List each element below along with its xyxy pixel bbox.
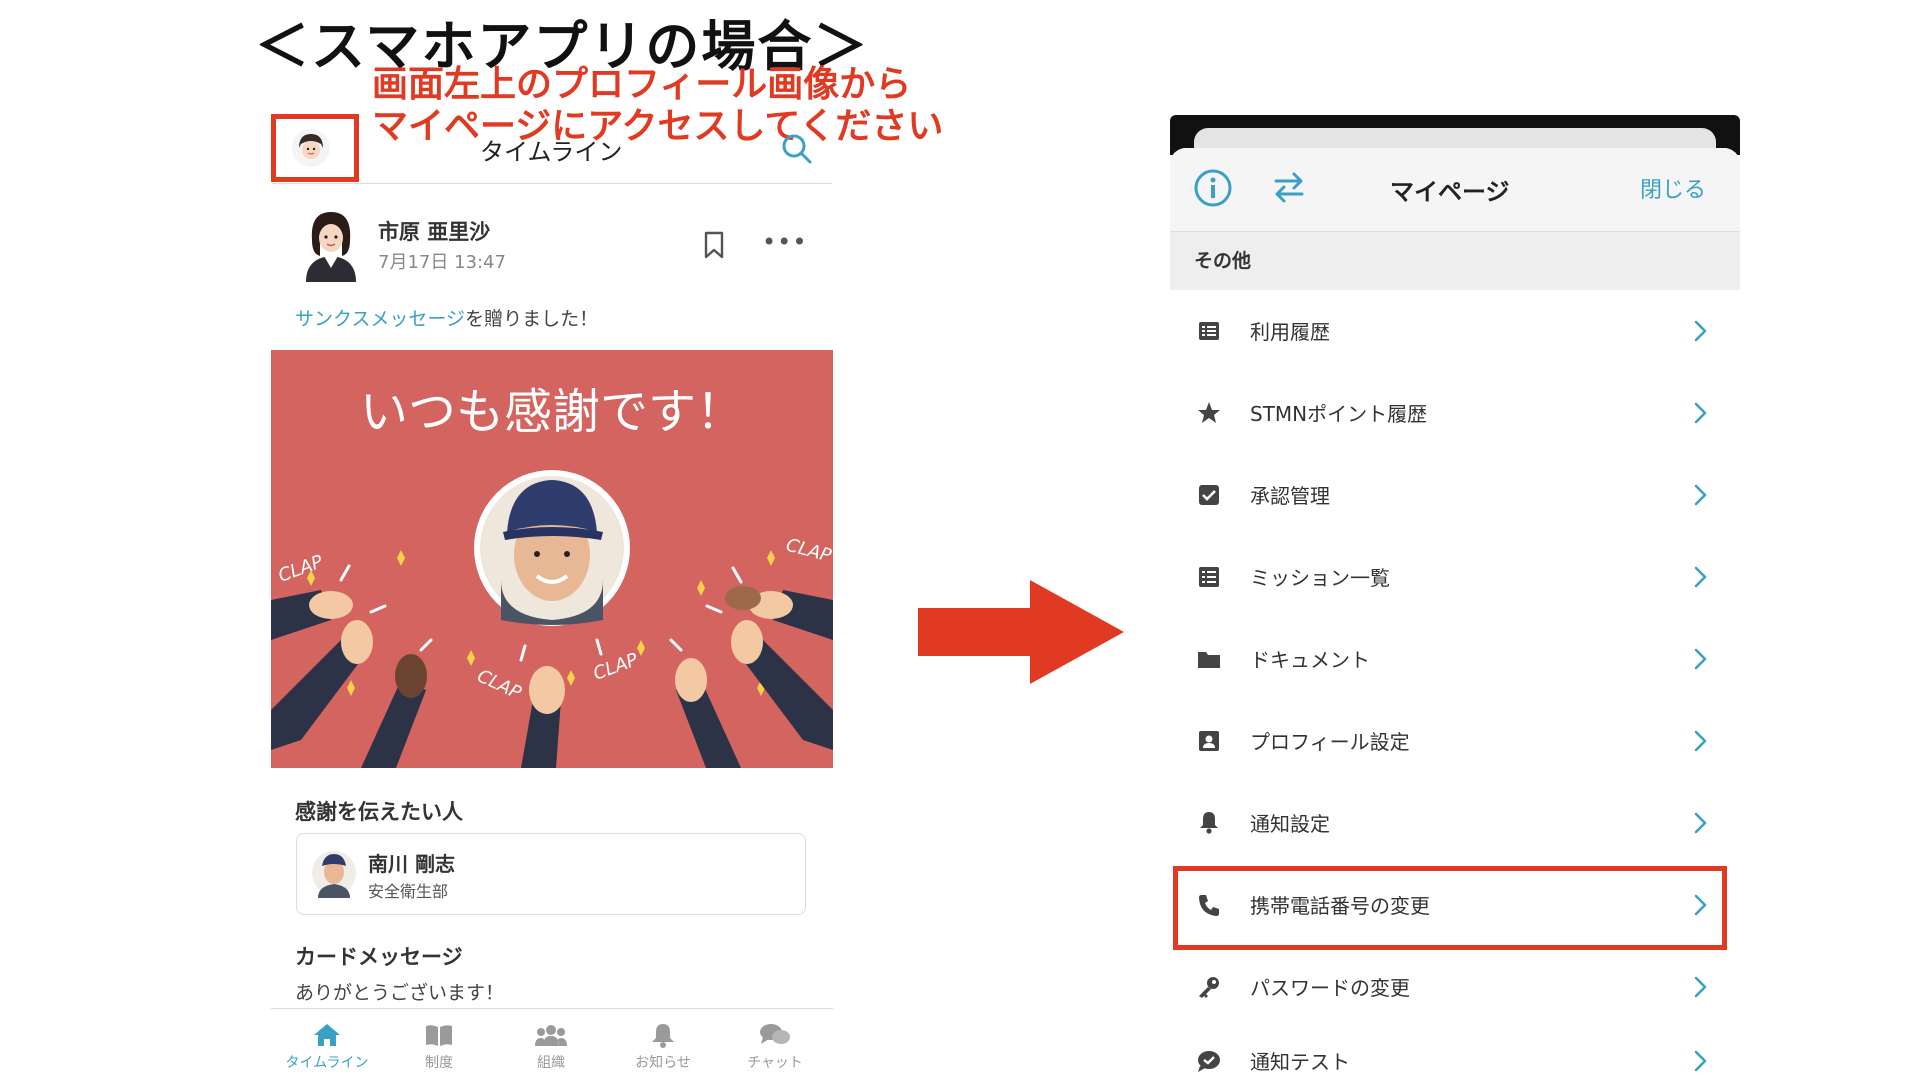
chat-check-icon <box>1198 1051 1220 1072</box>
post-timestamp: 7月17日 13:47 <box>378 252 506 273</box>
post-action-text: サンクスメッセージを贈りました！ <box>295 304 598 331</box>
list-icon <box>1199 322 1219 340</box>
tab-label: タイムライン <box>285 1055 369 1071</box>
menu-item-label: ミッション一覧 <box>1250 566 1390 590</box>
close-button[interactable]: 閉じる <box>1640 172 1706 204</box>
recipient-name: 南川 剛志 <box>368 852 455 876</box>
highlight-box-phone-change <box>1173 866 1727 950</box>
recipient-section-label: 感謝を伝えたい人 <box>295 800 463 824</box>
folder-icon <box>1198 652 1220 668</box>
tab-label: 制度 <box>425 1055 453 1071</box>
key-icon <box>1199 977 1219 998</box>
flow-arrow-icon <box>918 580 1124 684</box>
thanks-card-image: いつも感謝です！ CLAP CLAP CLAP CLAP <box>271 350 833 768</box>
tab-label: チャット <box>747 1055 803 1071</box>
header-divider <box>272 183 832 184</box>
info-icon[interactable] <box>1193 168 1233 208</box>
instruction-line-2: マイページにアクセスしてください <box>372 106 944 147</box>
users-icon <box>535 1025 567 1046</box>
menu-item-notification-test[interactable]: 通知テスト <box>1170 1028 1740 1080</box>
menu-item-label: STMNポイント履歴 <box>1250 402 1428 426</box>
profile-card-icon <box>1199 731 1219 751</box>
chevron-right-icon <box>1694 566 1707 588</box>
search-icon[interactable] <box>780 132 814 166</box>
chat-icon <box>760 1024 790 1044</box>
menu-item-label: ドキュメント <box>1250 648 1370 672</box>
switch-icon[interactable] <box>1270 168 1308 206</box>
menu-item-label: プロフィール設定 <box>1250 730 1410 754</box>
book-icon <box>426 1025 452 1046</box>
menu-item-label: 利用履歴 <box>1250 320 1330 344</box>
bookmark-icon[interactable] <box>702 230 726 260</box>
tab-notifications[interactable]: お知らせ <box>607 1022 719 1072</box>
menu-item-label: 通知テスト <box>1250 1050 1350 1074</box>
tab-chat[interactable]: チャット <box>719 1022 831 1072</box>
section-label: その他 <box>1194 250 1252 272</box>
highlight-box-avatar <box>271 114 359 182</box>
card-text: いつも感謝です！ <box>360 384 744 440</box>
star-icon <box>1198 402 1220 423</box>
chevron-right-icon <box>1694 812 1707 834</box>
mypage-title: マイページ <box>1390 178 1510 206</box>
menu-item-usage-history[interactable]: 利用履歴 <box>1170 290 1740 372</box>
tab-bar-divider <box>271 1008 833 1009</box>
instruction-text: 画面左上のプロフィール画像から マイページにアクセスしてください <box>372 64 943 148</box>
chevron-right-icon <box>1694 648 1707 670</box>
thanks-message-link[interactable]: サンクスメッセージ <box>295 308 465 330</box>
post-action-rest: を贈りました！ <box>465 308 599 330</box>
tab-timeline[interactable]: タイムライン <box>271 1022 383 1072</box>
menu-item-change-password[interactable]: パスワードの変更 <box>1170 946 1740 1028</box>
chevron-right-icon <box>1694 402 1707 424</box>
chevron-right-icon <box>1694 1050 1707 1072</box>
menu-item-label: 通知設定 <box>1250 812 1330 836</box>
menu-item-stmn-points[interactable]: STMNポイント履歴 <box>1170 372 1740 454</box>
card-message-text: ありがとうございます！ <box>295 982 505 1004</box>
recipient-department: 安全衛生部 <box>368 882 449 901</box>
menu-item-notification-settings[interactable]: 通知設定 <box>1170 782 1740 864</box>
section-header <box>1170 232 1740 290</box>
recipient-avatar <box>312 851 356 898</box>
tab-system[interactable]: 制度 <box>383 1022 495 1072</box>
tab-label: お知らせ <box>635 1055 691 1071</box>
list-icon <box>1199 567 1219 587</box>
menu-item-approval[interactable]: 承認管理 <box>1170 454 1740 536</box>
home-icon <box>314 1024 340 1046</box>
menu-item-missions[interactable]: ミッション一覧 <box>1170 536 1740 618</box>
instruction-line-1: 画面左上のプロフィール画像から <box>372 64 912 105</box>
menu-item-profile-settings[interactable]: プロフィール設定 <box>1170 700 1740 782</box>
menu-item-label: 承認管理 <box>1250 484 1330 508</box>
checkbox-icon <box>1199 485 1219 505</box>
tab-label: 組織 <box>537 1055 565 1071</box>
tab-organization[interactable]: 組織 <box>495 1022 607 1072</box>
poster-avatar[interactable] <box>302 206 360 282</box>
menu-item-documents[interactable]: ドキュメント <box>1170 618 1740 700</box>
chevron-right-icon <box>1694 484 1707 506</box>
timeline-header-title: タイムライン <box>480 138 623 166</box>
chevron-right-icon <box>1694 730 1707 752</box>
poster-name: 市原 亜里沙 <box>378 220 491 244</box>
message-section-label: カードメッセージ <box>295 945 463 969</box>
bell-icon <box>652 1024 674 1048</box>
chevron-right-icon <box>1694 320 1707 342</box>
menu-item-label: パスワードの変更 <box>1250 976 1410 1000</box>
more-options-icon[interactable]: ••• <box>762 228 807 256</box>
chevron-right-icon <box>1694 976 1707 998</box>
bell-icon <box>1200 812 1218 834</box>
